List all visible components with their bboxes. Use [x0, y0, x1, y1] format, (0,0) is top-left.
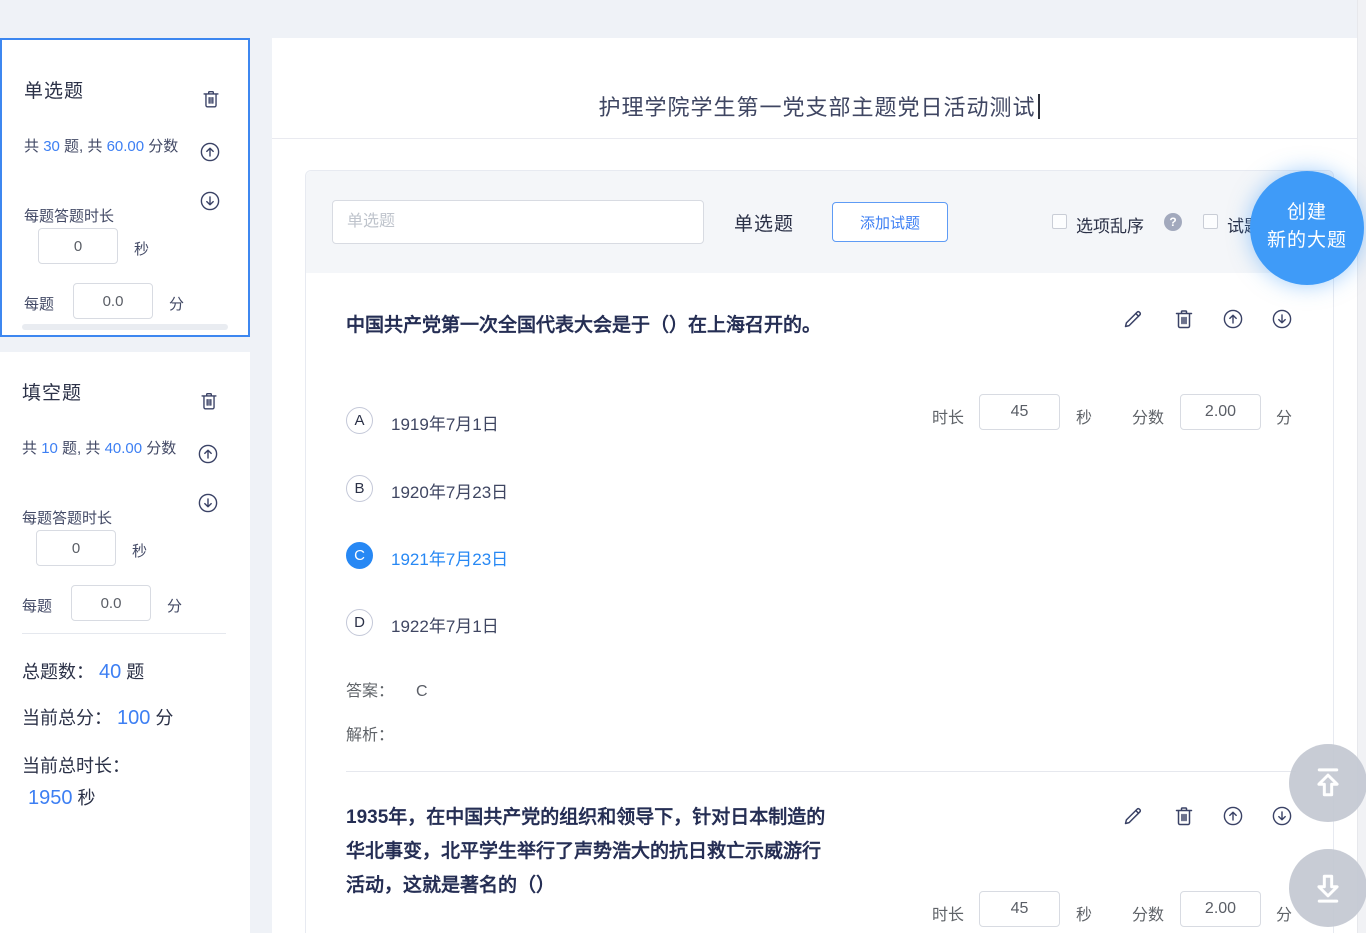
duration-label: 时长 [932, 404, 964, 428]
fab-line2: 新的大题 [1250, 227, 1364, 255]
score-unit: 分 [1276, 901, 1292, 925]
section-title: 填空题 [22, 378, 82, 405]
per-question-time-label: 每题答题时长 [22, 507, 112, 528]
question-text: 1935年，在中国共产党的组织和领导下，针对日本制造的华北事变，北平学生举行了声… [346, 801, 831, 903]
score-label: 分数 [1132, 404, 1164, 428]
question-divider [346, 771, 1296, 772]
text-cursor [1038, 94, 1040, 119]
move-down-icon[interactable] [196, 491, 220, 515]
trash-icon[interactable] [200, 88, 222, 110]
option-letter-circle[interactable]: A [346, 407, 373, 434]
scroll-to-bottom-button[interactable] [1289, 849, 1366, 927]
edit-icon[interactable] [1121, 804, 1145, 828]
option-text: 1922年7月1日 [391, 612, 499, 637]
score-label: 分数 [1132, 901, 1164, 925]
duration-input[interactable] [979, 394, 1060, 430]
option-letter-circle-selected[interactable]: C [346, 542, 373, 569]
section-stats: 共 30 题, 共 60.00 分数 [24, 135, 194, 159]
total-duration-label: 当前总时长： [22, 752, 130, 778]
trash-icon[interactable] [1172, 307, 1196, 331]
score-unit: 分 [169, 293, 184, 314]
option-letter-circle[interactable]: D [346, 609, 373, 636]
section-type-label: 单选题 [734, 209, 794, 236]
per-question-score-label: 每题 [22, 595, 52, 616]
move-up-icon[interactable] [1221, 307, 1245, 331]
section-toolbar: 单选题 添加试题 选项乱序 ? 试题乱序 [306, 171, 1333, 273]
analysis-row: 解析： [346, 721, 394, 745]
move-up-icon[interactable] [1221, 804, 1245, 828]
trash-icon[interactable] [198, 390, 220, 412]
move-down-icon[interactable] [198, 189, 222, 213]
scroll-to-bottom-icon [1307, 867, 1349, 909]
option-shuffle-label: 选项乱序 [1076, 212, 1144, 237]
add-question-button[interactable]: 添加试题 [832, 202, 948, 242]
option-text: 1919年7月1日 [391, 410, 499, 435]
section-title: 单选题 [24, 76, 84, 103]
duration-unit: 秒 [1076, 404, 1092, 428]
question-count: 30 [43, 138, 60, 155]
main-panel: 护理学院学生第一党支部主题党日活动测试 单选题 添加试题 选项乱序 ? 试题乱序… [272, 38, 1366, 933]
sidebar-section-fill-blank[interactable]: 填空题 共 10 题, 共 40.00 分数 每题答题时长 秒 每题 分 总题数… [0, 352, 250, 933]
score-total: 60.00 [107, 138, 145, 155]
score-input[interactable] [1180, 394, 1261, 430]
score-input[interactable] [1180, 891, 1261, 927]
score-unit: 分 [1276, 404, 1292, 428]
per-question-score-label: 每题 [24, 293, 54, 314]
total-score: 当前总分： 100 分 [22, 704, 173, 730]
help-icon[interactable]: ? [1164, 213, 1182, 231]
per-question-time-input[interactable] [38, 228, 118, 264]
total-questions: 总题数： 40 题 [22, 658, 144, 684]
section-name-input[interactable] [332, 200, 704, 244]
trash-icon[interactable] [1172, 804, 1196, 828]
time-unit: 秒 [132, 540, 147, 561]
answer-row: 答案：C [346, 677, 428, 701]
question-shuffle-checkbox[interactable] [1203, 214, 1218, 229]
totals-divider [22, 633, 226, 634]
scroll-to-top-button[interactable] [1289, 744, 1366, 822]
sidebar-section-single-choice[interactable]: 单选题 共 30 题, 共 60.00 分数 每题答题时长 秒 每题 分 [0, 38, 250, 337]
create-section-fab[interactable]: 创建 新的大题 [1250, 171, 1364, 285]
option-text: 1921年7月23日 [391, 545, 508, 570]
fab-line1: 创建 [1250, 199, 1364, 227]
title-divider [272, 138, 1366, 139]
question-section: 单选题 添加试题 选项乱序 ? 试题乱序 中国共产党第一次全国代表大会是于（）在… [305, 170, 1334, 933]
score-unit: 分 [167, 595, 182, 616]
per-question-time-label: 每题答题时长 [24, 205, 114, 226]
option-letter-circle[interactable]: B [346, 475, 373, 502]
section-stats: 共 10 题, 共 40.00 分数 [22, 437, 192, 461]
question-text: 中国共产党第一次全国代表大会是于（）在上海召开的。 [346, 309, 831, 343]
move-up-icon[interactable] [198, 140, 222, 164]
per-question-time-input[interactable] [36, 530, 116, 566]
exam-title[interactable]: 护理学院学生第一党支部主题党日活动测试 [272, 90, 1366, 122]
per-question-score-input[interactable] [73, 283, 153, 319]
duration-unit: 秒 [1076, 901, 1092, 925]
duration-input[interactable] [979, 891, 1060, 927]
per-question-score-input[interactable] [71, 585, 151, 621]
answer-value: C [416, 683, 428, 700]
option-text: 1920年7月23日 [391, 478, 508, 503]
move-up-icon[interactable] [196, 442, 220, 466]
move-down-icon[interactable] [1270, 804, 1294, 828]
scroll-to-top-icon [1307, 762, 1349, 804]
move-down-icon[interactable] [1270, 307, 1294, 331]
option-shuffle-checkbox[interactable] [1052, 214, 1067, 229]
time-unit: 秒 [134, 238, 149, 259]
score-total: 40.00 [105, 440, 143, 457]
total-duration-value: 1950 秒 [28, 784, 96, 810]
card-divider [22, 324, 228, 330]
duration-label: 时长 [932, 901, 964, 925]
edit-icon[interactable] [1121, 307, 1145, 331]
question-count: 10 [41, 440, 58, 457]
